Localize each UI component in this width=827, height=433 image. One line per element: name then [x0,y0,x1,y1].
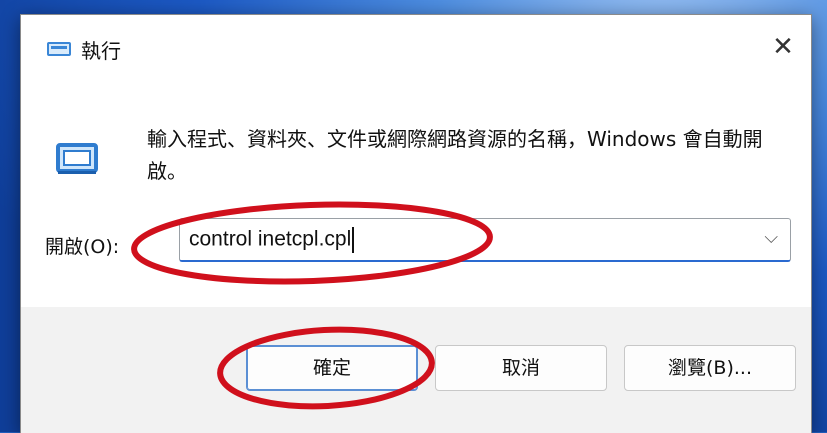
dialog-description: 輸入程式、資料夾、文件或網際網路資源的名稱，Windows 會自動開啟。 [147,127,763,183]
title-bar[interactable]: 執行 ✕ [21,15,811,81]
run-title-icon [47,42,71,56]
cancel-button[interactable]: 取消 [435,345,607,391]
command-input[interactable]: control inetcpl.cpl [189,227,355,253]
open-label: 開啟(O): [45,236,120,258]
run-dialog: 執行 ✕ 輸入程式、資料夾、文件或網際網路資源的名稱，Windows 會自動開啟… [20,14,812,433]
run-icon [56,143,98,174]
chevron-down-icon[interactable]: ⌵ [764,227,778,248]
ok-button[interactable]: 確定 [246,345,418,391]
command-value: control inetcpl.cpl [189,227,352,251]
text-cursor [352,227,355,253]
command-combobox[interactable]: control inetcpl.cpl ⌵ [179,218,791,262]
dialog-title: 執行 [81,39,121,63]
browse-button[interactable]: 瀏覽(B)... [624,345,796,391]
close-button[interactable]: ✕ [765,29,801,65]
